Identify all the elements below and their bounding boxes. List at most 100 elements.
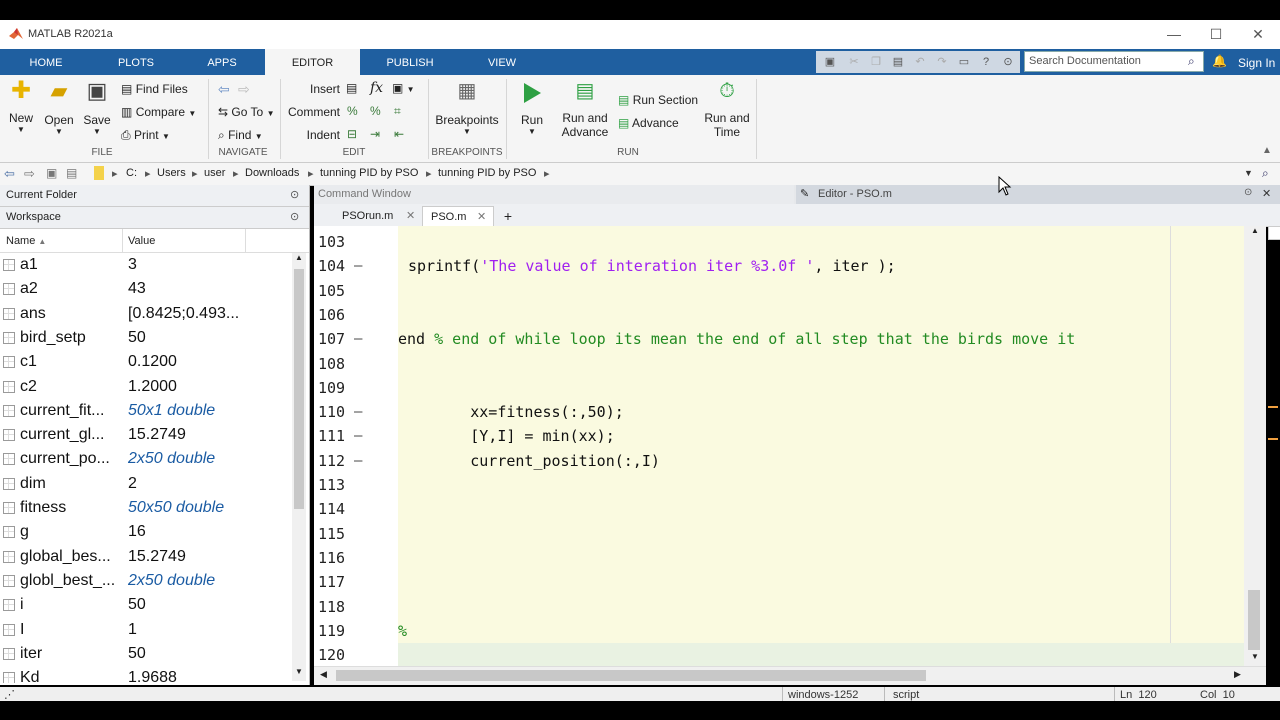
run-and-time-button[interactable]: ⏱ Run and Time	[702, 81, 752, 139]
collapse-toolstrip-icon[interactable]: ▲	[1262, 145, 1272, 156]
tab-home[interactable]: HOME	[14, 49, 78, 75]
workspace-row[interactable]: global_bes... 15.2749	[0, 545, 292, 569]
breadcrumb-subfolder[interactable]: tunning PID by PSO	[438, 167, 536, 179]
uncomment-icon[interactable]: %	[370, 104, 381, 118]
scroll-down-icon[interactable]: ▼	[292, 667, 306, 676]
line-number[interactable]: 119	[318, 619, 345, 643]
outdent-icon[interactable]: ⇤	[394, 127, 404, 141]
editor-title-bar[interactable]: ✎ Editor - PSO.m ⊙ ✕	[796, 185, 1280, 204]
search-documentation-input[interactable]: Search Documentation	[1024, 51, 1204, 72]
run-button[interactable]: Run ▼	[514, 81, 550, 136]
run-and-advance-button[interactable]: ▤ Run and Advance	[558, 81, 612, 139]
workspace-row[interactable]: c2 1.2000	[0, 375, 292, 399]
forward-icon[interactable]: ⇨	[24, 166, 35, 182]
line-number[interactable]: 111	[318, 424, 345, 448]
scroll-thumb[interactable]	[1248, 590, 1260, 650]
line-number[interactable]: 105	[318, 279, 345, 303]
scroll-thumb[interactable]	[336, 670, 926, 681]
code-line[interactable]: end % end of while loop its mean the end…	[398, 327, 1075, 351]
workspace-row[interactable]: I1	[0, 618, 292, 642]
insert-function-icon[interactable]: ▣ ▼	[392, 81, 415, 95]
tab-pso[interactable]: PSO.m ✕	[422, 206, 494, 227]
tab-plots[interactable]: PLOTS	[104, 49, 168, 75]
workspace-row[interactable]: dim 2	[0, 472, 292, 496]
workspace-row[interactable]: Kd 1.9688	[0, 666, 292, 683]
scroll-up-icon[interactable]: ▲	[1248, 226, 1262, 235]
redo-icon[interactable]: ↷	[936, 56, 948, 68]
editor-vertical-scrollbar[interactable]: ▲ ▼	[1244, 226, 1280, 666]
copy-icon[interactable]: ❐	[870, 56, 882, 68]
address-dropdown-icon[interactable]: ▼	[1244, 168, 1253, 178]
close-tab-icon[interactable]: ✕	[477, 207, 486, 227]
save-button[interactable]: ▣ Save ▼	[82, 80, 112, 137]
indent-icon[interactable]: ⇥	[370, 127, 380, 141]
line-number[interactable]: 117	[318, 570, 345, 594]
workspace-row[interactable]: g 16	[0, 520, 292, 544]
indent-button[interactable]: Indent	[290, 128, 340, 142]
breadcrumb-user[interactable]: user	[204, 167, 225, 179]
workspace-row[interactable]: ans [0.8425;0.493...	[0, 302, 292, 326]
line-number[interactable]: 108	[318, 352, 345, 376]
column-header-value[interactable]: Value	[128, 235, 155, 247]
maximize-button[interactable]: ☐	[1196, 24, 1236, 44]
search-icon[interactable]: ⌕	[1188, 54, 1195, 69]
line-number[interactable]: 115	[318, 522, 345, 546]
breakpoint-dash[interactable]: —	[354, 424, 362, 448]
tab-psorun[interactable]: PSOrun.m ✕	[332, 206, 424, 226]
workspace-row[interactable]: current_fit... 50x1 double	[0, 399, 292, 423]
comment-percent-icon[interactable]: %	[347, 104, 358, 118]
line-number[interactable]: 118	[318, 595, 345, 619]
workspace-row[interactable]: current_gl... 15.2749	[0, 423, 292, 447]
close-button[interactable]: ✕	[1238, 24, 1278, 44]
command-window-tab[interactable]: Command Window	[314, 185, 794, 204]
workspace-scrollbar[interactable]: ▲ ▼	[292, 253, 306, 681]
code-line[interactable]	[398, 643, 1244, 666]
up-folder-icon[interactable]: ▣	[46, 166, 57, 180]
column-header-name[interactable]: Name ▲	[6, 235, 46, 247]
browse-folder-icon[interactable]: ▤	[66, 166, 77, 180]
run-section-button[interactable]: ▤ Run Section	[618, 93, 698, 107]
line-number[interactable]: 120	[318, 643, 345, 666]
tab-view[interactable]: VIEW	[470, 49, 534, 75]
breadcrumb-users[interactable]: Users	[157, 167, 186, 179]
expand-icon[interactable]: ⊙	[1002, 56, 1014, 68]
close-tab-icon[interactable]: ✕	[406, 206, 415, 226]
switch-windows-icon[interactable]: ▭	[958, 56, 970, 68]
compare-button[interactable]: ▥ Compare ▼	[121, 105, 196, 119]
breadcrumb-downloads[interactable]: Downloads	[245, 167, 299, 179]
line-number[interactable]: 110	[318, 400, 345, 424]
tab-editor[interactable]: EDITOR	[265, 49, 360, 75]
advance-button[interactable]: ▤ Advance	[618, 116, 679, 130]
back-arrow-icon[interactable]: ⇦	[218, 81, 230, 98]
warning-marker[interactable]	[1268, 406, 1278, 408]
breadcrumb-drive[interactable]: C:	[126, 167, 137, 179]
breakpoint-dash[interactable]: —	[354, 400, 362, 424]
warning-marker[interactable]	[1268, 438, 1278, 440]
code-line[interactable]: current_position(:,I)	[398, 449, 660, 473]
workspace-row[interactable]: globl_best_... 2x50 double	[0, 569, 292, 593]
scroll-up-icon[interactable]: ▲	[292, 253, 306, 262]
breakpoint-dash[interactable]: —	[354, 327, 362, 351]
code-editor[interactable]: 103 104—105 106 107—108 109 110—111—112—113 11…	[314, 226, 1244, 666]
new-button[interactable]: ✚ New ▼	[6, 79, 36, 135]
code-analyzer-icon[interactable]	[1268, 226, 1280, 240]
breakpoints-button[interactable]: ▦ Breakpoints ▼	[434, 81, 500, 136]
breadcrumb-folder[interactable]: tunning PID by PSO	[320, 167, 418, 179]
panel-menu-icon[interactable]: ⊙	[290, 185, 299, 206]
breakpoint-dash[interactable]: —	[354, 254, 362, 278]
line-number[interactable]: 112	[318, 449, 345, 473]
forward-arrow-icon[interactable]: ⇨	[238, 81, 250, 98]
workspace-row[interactable]: bird_setp 50	[0, 326, 292, 350]
panel-menu-icon[interactable]: ⊙	[1244, 187, 1252, 198]
undo-icon[interactable]: ↶	[914, 56, 926, 68]
close-editor-icon[interactable]: ✕	[1262, 187, 1271, 200]
workspace-row[interactable]: i 50	[0, 593, 292, 617]
line-number[interactable]: 113	[318, 473, 345, 497]
workspace-row[interactable]: a1 3	[0, 253, 292, 277]
save-icon[interactable]: ▣	[824, 56, 836, 68]
insert-button[interactable]: Insert	[290, 82, 340, 96]
find-button[interactable]: ⌕ Find ▼	[218, 128, 263, 143]
code-line[interactable]: sprintf('The value of interation iter %3…	[408, 254, 896, 278]
workspace-row[interactable]: current_po... 2x50 double	[0, 447, 292, 471]
comment-button[interactable]: Comment	[284, 105, 340, 119]
